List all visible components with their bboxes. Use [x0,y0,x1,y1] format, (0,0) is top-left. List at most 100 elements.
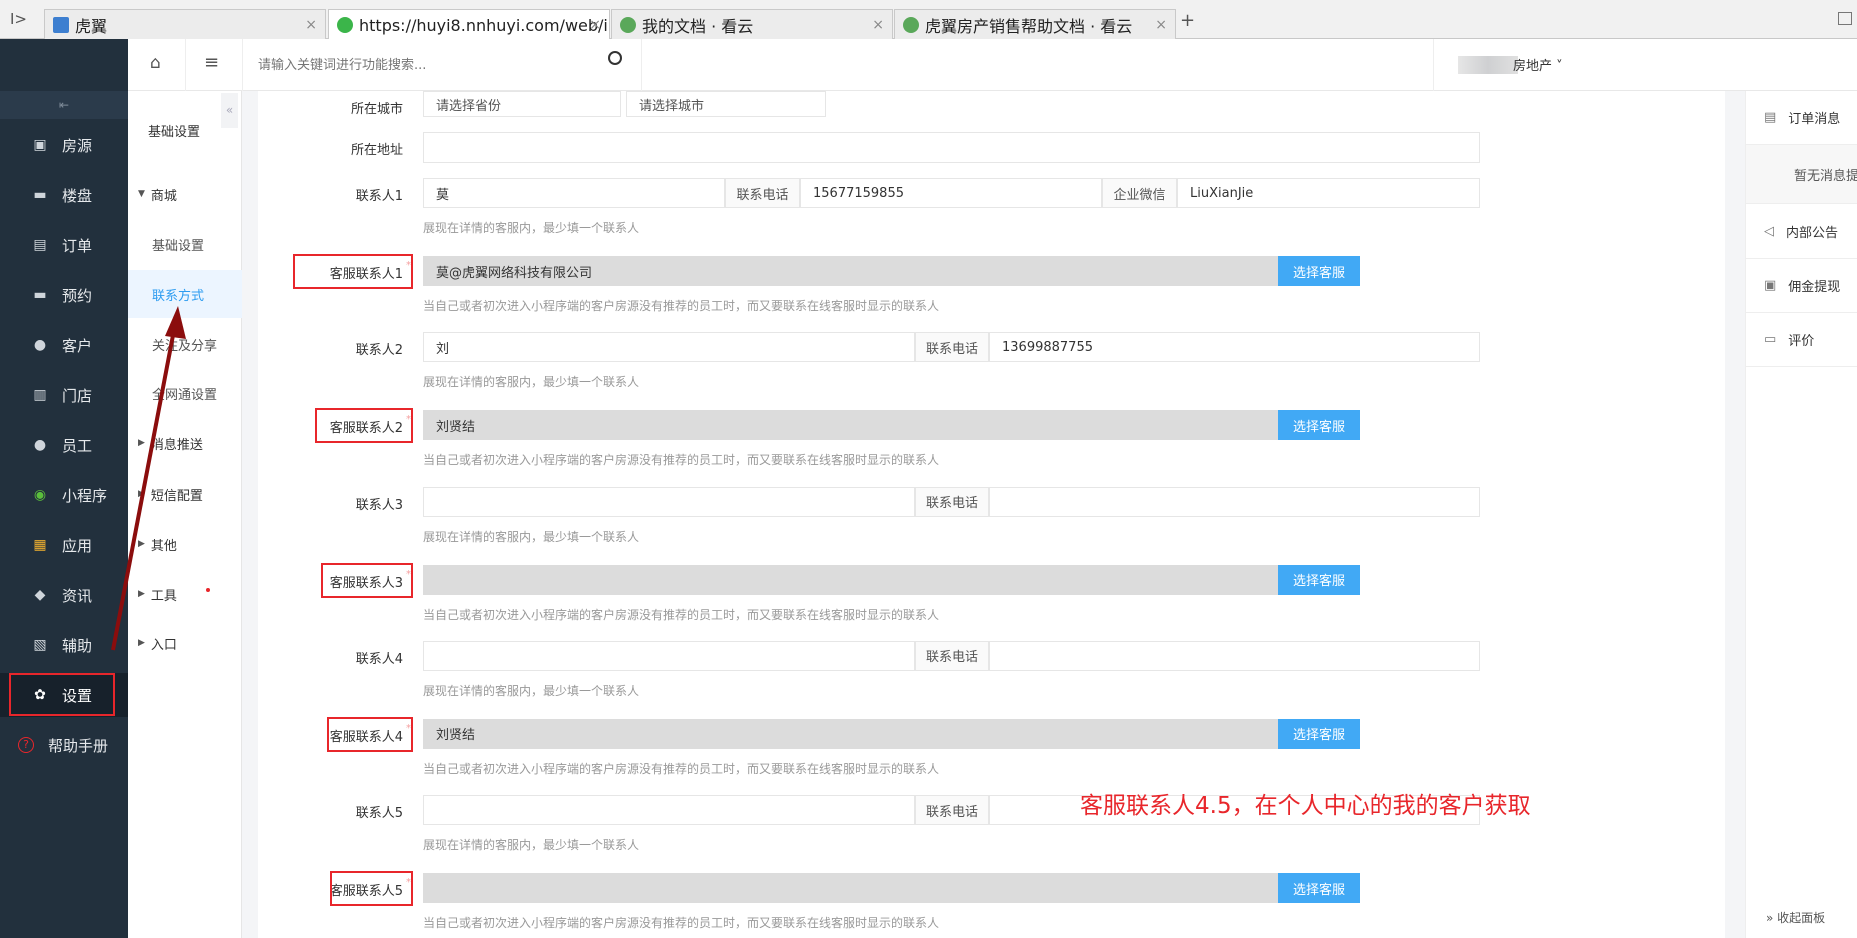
submenu-item-4[interactable]: 全网通设置 [128,369,242,417]
contact-phone-input[interactable] [989,486,1480,517]
browser-tab[interactable]: https://huyi8.nnhuyi.com/web/i × [328,9,610,40]
help-icon: ? [18,737,34,753]
submenu-item-8[interactable]: ▶ 工具 [128,570,242,618]
annotation-highlight-box [293,254,413,289]
contact-name-input[interactable] [423,795,915,826]
sidebar-item-3[interactable]: ▬ 预约 [0,273,128,317]
sidebar-item-9[interactable]: ◆ 资讯 [0,573,128,617]
tab-title: 虎翼 [75,16,108,36]
sidebar-item-5[interactable]: ▥ 门店 [0,373,128,417]
contact-phone-input[interactable] [989,640,1480,671]
contact-label: 联系人5 [355,806,403,822]
contact-hint: 展现在详情的客服内，最少填一个联系人 [423,838,640,853]
browser-tab[interactable]: 虎翼房产销售帮助文档 · 看云 × [894,9,1176,39]
submenu-item-7[interactable]: ▶ 其他 [128,520,242,568]
sidebar-item-label: 房源 [62,136,93,155]
sidebar-item-label: 订单 [62,236,93,255]
caret-down-icon: ▼ [138,189,145,199]
close-tab-icon[interactable]: × [1155,17,1167,33]
right-panel-item[interactable]: ◁ 内部公告 [1746,204,1857,259]
submenu-label: 全网通设置 [152,387,218,403]
sidebar-item-6[interactable]: ● 员工 [0,423,128,467]
close-tab-icon[interactable]: × [872,17,884,33]
select-service-button[interactable]: 选择客服 [1278,718,1360,749]
address-input[interactable] [423,132,1480,163]
collapse-menu-icon[interactable]: ⇤ [0,91,128,119]
contact-label: 联系人3 [355,497,403,513]
annotation-highlight-box [315,408,413,444]
submenu-title: 基础设置 [148,125,201,140]
contact-label: 联系人1 [355,189,403,204]
submenu-label: 工具 [150,588,177,604]
address-label: 所在地址 [350,143,403,158]
caret-right-icon: ▶ [138,539,145,549]
contact-name-input[interactable]: 莫 [423,178,725,208]
select-service-button[interactable]: 选择客服 [1278,410,1360,441]
service-contact-field [423,873,1279,904]
sidebar-item-7[interactable]: ◉ 小程序 [0,473,128,517]
user-menu[interactable]: 房地产 ˅ [1513,55,1563,74]
sidebar-item-2[interactable]: ▤ 订单 [0,223,128,267]
right-panel-label: 评价 [1788,334,1815,349]
sidebar-item-label: 预约 [62,286,93,305]
contact-name-input[interactable] [423,640,915,671]
submenu-item-6[interactable]: ▶ 短信配置 [128,470,242,518]
m-logo-icon [53,16,69,33]
sidebar-toggle-icon[interactable]: I> [10,10,27,28]
browser-tab[interactable]: 虎翼 × [44,9,326,39]
submenu-item-2[interactable]: 联系方式 [128,270,242,318]
sidebar-item-12[interactable]: ? 帮助手册 [0,723,128,767]
sidebar-item-8[interactable]: ▦ 应用 [0,523,128,567]
sidebar-item-4[interactable]: ● 客户 [0,323,128,367]
submenu-item-5[interactable]: ▶ 消息推送 [128,419,242,467]
select-service-button[interactable]: 选择客服 [1278,256,1360,286]
new-tab-button[interactable]: + [1180,10,1195,31]
no-messages-text: 暂无消息提醒 [1746,145,1857,204]
submenu-label: 基础设置 [152,238,205,254]
sidebar-item-0[interactable]: ▣ 房源 [0,123,128,167]
window-restore-icon[interactable] [1838,12,1852,25]
submenu-label: 联系方式 [152,288,205,304]
wechat-input[interactable]: LiuXianJie [1177,178,1480,208]
right-panel-item[interactable]: ▭ 评价 [1746,313,1857,367]
submenu-item-9[interactable]: ▶ 入口 [128,619,242,667]
annotation-text: 客服联系人4.5，在个人中心的我的客户获取 [1080,793,1531,819]
clipboard-icon: ▤ [1764,110,1777,125]
sidebar-item-1[interactable]: ▬ 楼盘 [0,173,128,217]
service-contact-field [423,564,1279,595]
select-service-button[interactable]: 选择客服 [1278,873,1360,904]
submenu-item-1[interactable]: 基础设置 [128,220,242,268]
menu-icon[interactable]: ≡ [204,52,219,73]
city-select[interactable]: 请选择城市 [626,91,826,117]
submenu-item-0[interactable]: ▼ 商城 [128,170,242,218]
submenu-item-3[interactable]: 关注及分享 [128,320,242,368]
annotation-highlight-box [9,673,115,716]
apps-icon: ▦ [33,537,47,553]
search-input[interactable] [258,51,618,79]
phone-label: 联系电话 [915,795,989,826]
tab-title: 我的文档 · 看云 [642,16,754,36]
submenu-label: 入口 [150,637,177,653]
contact-phone-input[interactable]: 15677159855 [800,178,1102,208]
browser-tab[interactable]: 我的文档 · 看云 × [611,9,893,39]
sidebar-item-label: 楼盘 [62,186,93,205]
contact-name-input[interactable] [423,486,915,517]
sidebar-item-label: 员工 [62,436,93,455]
right-panel-item[interactable]: ▣ 佣金提现 [1746,259,1857,313]
contact-phone-input[interactable]: 13699887755 [989,332,1480,363]
contact-name-input[interactable]: 刘 [423,332,915,363]
search-icon[interactable] [608,51,622,65]
right-panel-label: 内部公告 [1786,225,1839,241]
sidebar-item-10[interactable]: ▧ 辅助 [0,623,128,667]
close-tab-icon[interactable]: × [589,17,601,33]
select-service-button[interactable]: 选择客服 [1278,564,1360,595]
house-icon: ▣ [33,137,47,153]
province-select[interactable]: 请选择省份 [423,91,621,117]
collapse-panel-button[interactable]: » 收起面板 [1766,909,1825,926]
tool-icon: ▧ [33,637,47,653]
home-icon[interactable]: ⌂ [150,53,161,73]
right-panel-item[interactable]: ▤ 订单消息 [1746,91,1857,145]
collapse-submenu-button[interactable]: « [221,93,238,128]
service-contact-field: 刘贤结 [423,410,1279,441]
close-tab-icon[interactable]: × [305,17,317,33]
